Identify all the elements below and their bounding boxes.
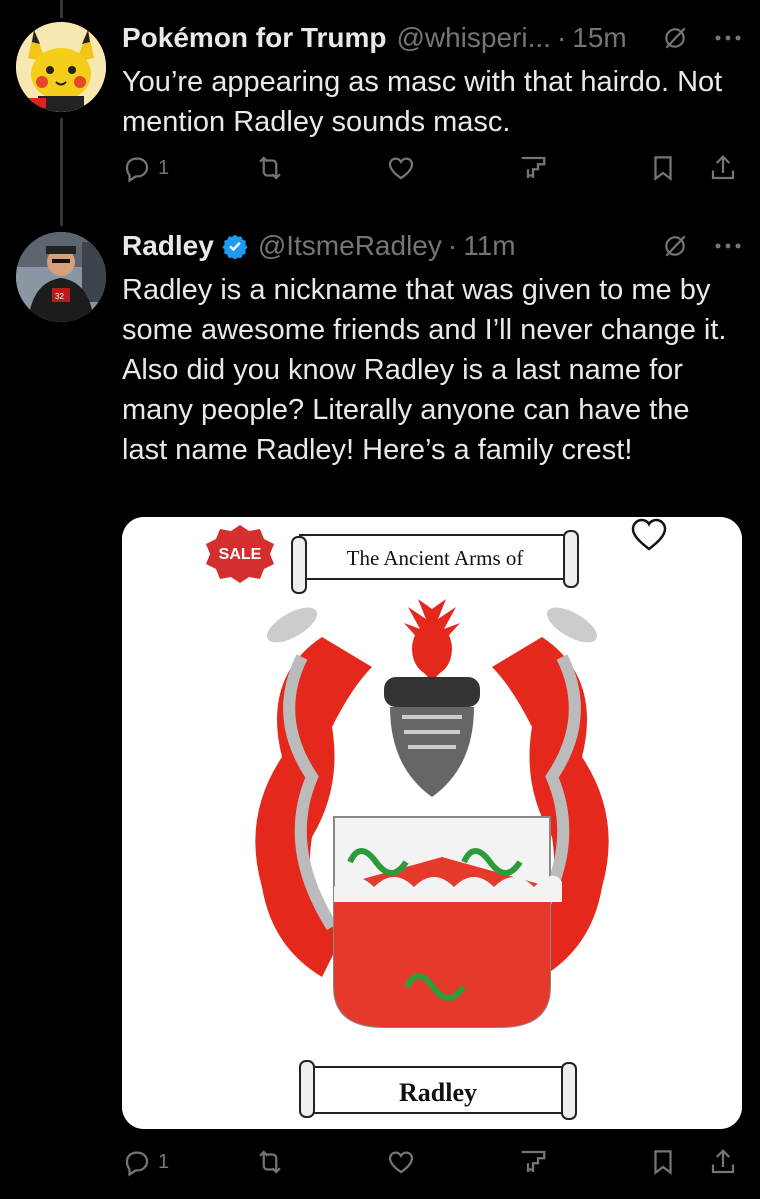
tweet-1[interactable]: Pokémon for Trump @whisperi... · 15m You… bbox=[0, 0, 760, 210]
more-icon[interactable] bbox=[714, 242, 742, 250]
grok-icon[interactable] bbox=[662, 25, 688, 51]
retweet-button[interactable] bbox=[255, 1142, 285, 1182]
display-name[interactable]: Radley bbox=[122, 230, 214, 262]
user-handle[interactable]: @ItsmeRadley bbox=[258, 230, 442, 262]
action-bar: 1 bbox=[122, 148, 742, 188]
share-button[interactable] bbox=[708, 1142, 738, 1182]
tweet-text: Radley is a nickname that was given to m… bbox=[122, 274, 727, 466]
bottom-banner-scroll: Radley bbox=[299, 1060, 577, 1120]
reply-button[interactable]: 1 bbox=[122, 1142, 169, 1182]
like-icon bbox=[388, 1151, 414, 1174]
like-icon bbox=[388, 157, 414, 180]
views-button[interactable] bbox=[518, 1142, 548, 1182]
profile-photo-image: 32 bbox=[16, 232, 106, 322]
reply-icon bbox=[125, 157, 149, 183]
more-icon[interactable] bbox=[714, 34, 742, 42]
views-icon bbox=[521, 156, 546, 178]
timestamp[interactable]: 15m bbox=[572, 22, 626, 54]
reply-count: 1 bbox=[158, 1150, 170, 1173]
like-button[interactable] bbox=[386, 148, 416, 188]
retweet-icon bbox=[259, 156, 281, 180]
bookmark-button[interactable] bbox=[648, 1142, 678, 1182]
tweet-media-image[interactable]: SALE The Ancient Arms of Radley bbox=[122, 517, 742, 1129]
separator-dot: · bbox=[447, 230, 458, 261]
tweet-text: You’re appearing as masc with that haird… bbox=[122, 66, 723, 138]
views-button[interactable] bbox=[518, 148, 548, 188]
timestamp[interactable]: 11m bbox=[463, 230, 515, 262]
action-bar: 1 bbox=[122, 1142, 742, 1182]
reply-button[interactable]: 1 bbox=[122, 148, 169, 188]
avatar-shirt-text: 32 bbox=[55, 292, 64, 301]
verified-icon[interactable] bbox=[222, 233, 248, 259]
avatar[interactable]: 32 bbox=[16, 232, 106, 322]
reply-icon bbox=[125, 1151, 149, 1177]
bottom-banner-text: Radley bbox=[399, 1078, 477, 1107]
views-icon bbox=[521, 1150, 546, 1172]
top-banner-text: The Ancient Arms of bbox=[347, 546, 524, 570]
display-name[interactable]: Pokémon for Trump bbox=[122, 22, 386, 54]
retweet-button[interactable] bbox=[255, 148, 285, 188]
share-icon bbox=[711, 1149, 735, 1174]
bookmark-icon bbox=[654, 1150, 672, 1175]
retweet-icon bbox=[259, 1150, 281, 1174]
share-button[interactable] bbox=[708, 148, 738, 188]
user-handle[interactable]: @whisperi... bbox=[396, 22, 550, 54]
tweet-2[interactable]: 32 Radley @ItsmeRadley · 11m Radley is a… bbox=[0, 226, 760, 1199]
separator-dot: · bbox=[556, 22, 567, 53]
reply-count: 1 bbox=[158, 156, 170, 179]
bookmark-icon bbox=[654, 156, 672, 181]
family-crest-image: SALE The Ancient Arms of Radley bbox=[122, 517, 742, 1129]
bookmark-button[interactable] bbox=[648, 148, 678, 188]
avatar[interactable] bbox=[16, 22, 106, 112]
sale-badge-text: SALE bbox=[219, 546, 262, 563]
shield bbox=[333, 816, 562, 1028]
grok-icon[interactable] bbox=[662, 233, 688, 259]
share-icon bbox=[711, 155, 735, 180]
like-button[interactable] bbox=[386, 1142, 416, 1182]
pikachu-avatar-image bbox=[16, 22, 106, 112]
